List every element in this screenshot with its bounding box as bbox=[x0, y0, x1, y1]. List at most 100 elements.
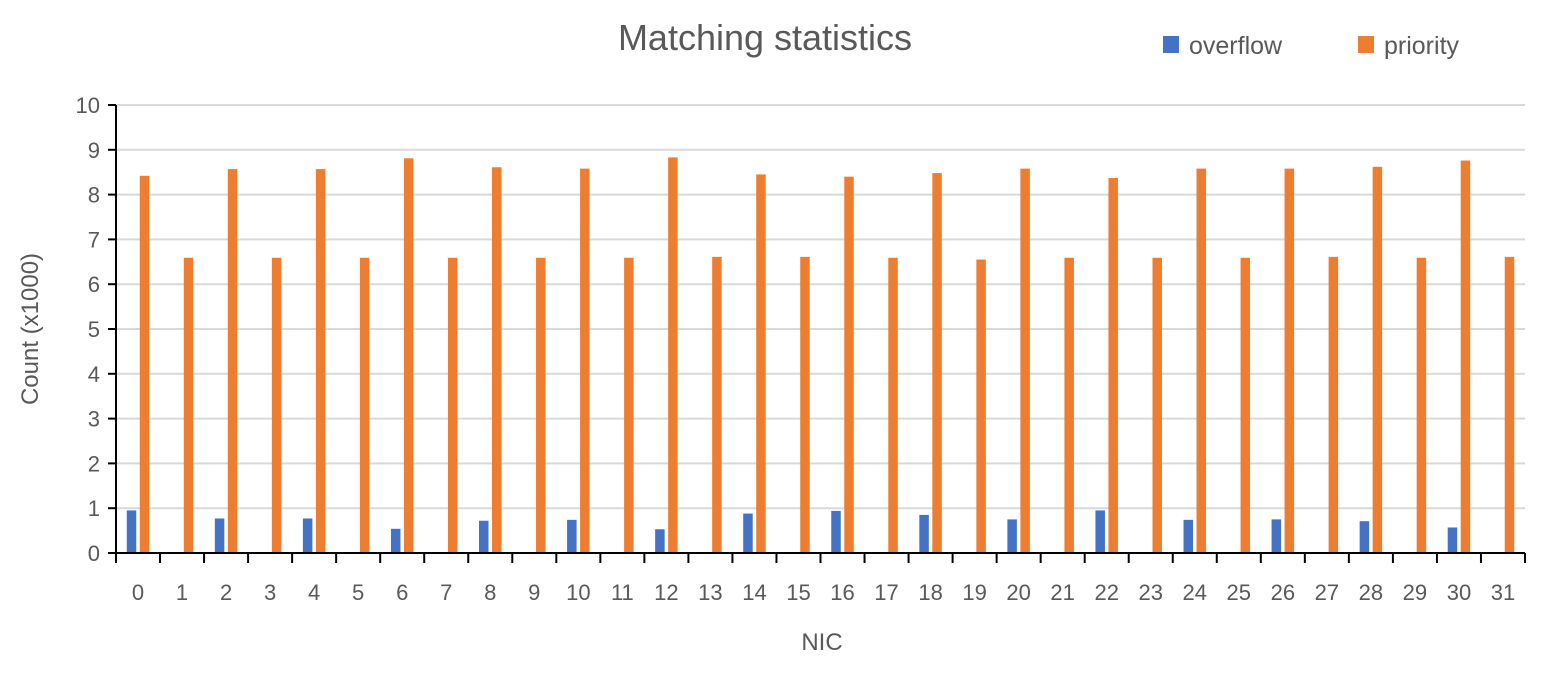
bar-overflow-8 bbox=[479, 520, 489, 553]
bar-priority-11 bbox=[624, 257, 634, 553]
y-tick-label: 9 bbox=[88, 138, 100, 163]
bar-priority-21 bbox=[1064, 257, 1074, 553]
bars bbox=[126, 157, 1515, 554]
legend-item-overflow: overflow bbox=[1163, 32, 1283, 60]
bar-overflow-26 bbox=[1271, 519, 1282, 553]
bar-priority-3 bbox=[271, 257, 282, 553]
x-tick-label: 19 bbox=[962, 580, 986, 605]
x-tick-label: 23 bbox=[1138, 580, 1162, 605]
y-tick-label: 8 bbox=[88, 183, 100, 208]
bar-priority-29 bbox=[1416, 257, 1427, 553]
bar-overflow-14 bbox=[743, 513, 753, 553]
x-tick-label: 6 bbox=[396, 580, 408, 605]
x-tick-label: 9 bbox=[528, 580, 540, 605]
bar-priority-20 bbox=[1020, 168, 1030, 553]
legend-item-priority: priority bbox=[1358, 32, 1460, 60]
bar-priority-17 bbox=[888, 257, 898, 553]
bar-overflow-0 bbox=[126, 510, 137, 553]
bar-chart: Matching statistics overflow priority 0 1… bbox=[17, 17, 1526, 656]
bar-overflow-28 bbox=[1359, 521, 1370, 553]
x-tick-label: 10 bbox=[566, 580, 590, 605]
y-tick-label: 7 bbox=[88, 227, 100, 252]
x-axis-title: NIC bbox=[801, 629, 842, 656]
x-axis-ticks: 0 1 2 3 4 5 6 7 8 9 10 11 12 13 14 15 16 17 18 19 20 21 22 23 24… bbox=[115, 553, 1526, 605]
x-tick-label: 2 bbox=[220, 580, 232, 605]
x-tick-label: 14 bbox=[742, 580, 766, 605]
bar-priority-8 bbox=[492, 167, 502, 553]
x-tick-label: 11 bbox=[611, 580, 634, 605]
y-tick-label: 6 bbox=[88, 272, 100, 297]
x-tick-label: 17 bbox=[874, 580, 898, 605]
bar-priority-2 bbox=[227, 169, 238, 553]
bar-priority-10 bbox=[580, 168, 590, 553]
x-tick-label: 0 bbox=[132, 580, 144, 605]
bar-priority-28 bbox=[1372, 166, 1383, 553]
bar-overflow-30 bbox=[1447, 527, 1458, 553]
bar-priority-1 bbox=[183, 257, 194, 553]
bar-overflow-12 bbox=[655, 529, 665, 553]
bar-priority-26 bbox=[1284, 168, 1295, 553]
x-tick-label: 7 bbox=[440, 580, 452, 605]
bar-priority-19 bbox=[976, 259, 986, 553]
x-tick-label: 29 bbox=[1403, 580, 1427, 605]
bar-priority-6 bbox=[403, 158, 414, 553]
x-tick-label: 20 bbox=[1006, 580, 1030, 605]
bar-priority-18 bbox=[932, 173, 942, 553]
bar-overflow-22 bbox=[1095, 510, 1105, 553]
x-tick-label: 18 bbox=[918, 580, 942, 605]
y-tick-label: 4 bbox=[88, 362, 100, 387]
bar-priority-9 bbox=[536, 257, 546, 553]
x-tick-label: 30 bbox=[1447, 580, 1471, 605]
bar-priority-24 bbox=[1196, 168, 1207, 553]
legend: overflow priority bbox=[1163, 32, 1460, 60]
x-tick-label: 15 bbox=[786, 580, 810, 605]
x-tick-label: 13 bbox=[698, 580, 722, 605]
bar-priority-23 bbox=[1152, 257, 1162, 553]
y-tick-label: 1 bbox=[88, 496, 100, 521]
x-tick-label: 24 bbox=[1183, 580, 1207, 605]
bar-priority-14 bbox=[756, 174, 766, 553]
bar-priority-27 bbox=[1328, 256, 1339, 553]
y-tick-label: 2 bbox=[88, 451, 100, 476]
y-tick-label: 5 bbox=[88, 317, 100, 342]
x-tick-label: 22 bbox=[1094, 580, 1118, 605]
bar-overflow-18 bbox=[919, 514, 929, 553]
bar-priority-25 bbox=[1240, 257, 1251, 553]
bar-priority-22 bbox=[1108, 178, 1118, 554]
bar-priority-12 bbox=[668, 157, 678, 553]
bar-overflow-6 bbox=[390, 528, 401, 553]
bar-priority-0 bbox=[139, 175, 150, 553]
x-tick-label: 27 bbox=[1315, 580, 1339, 605]
x-tick-label: 4 bbox=[308, 580, 320, 605]
x-tick-label: 26 bbox=[1271, 580, 1295, 605]
y-tick-label: 10 bbox=[76, 93, 100, 118]
x-tick-label: 12 bbox=[654, 580, 678, 605]
y-axis-title: Count (x1000) bbox=[17, 253, 44, 405]
legend-label-overflow: overflow bbox=[1189, 32, 1283, 60]
bar-priority-31 bbox=[1504, 256, 1515, 553]
x-tick-label: 31 bbox=[1491, 580, 1515, 605]
bar-overflow-10 bbox=[567, 519, 577, 553]
bar-priority-13 bbox=[712, 256, 722, 553]
y-axis-ticks: 0 1 2 3 4 5 6 7 8 9 10 bbox=[76, 93, 116, 566]
x-tick-label: 8 bbox=[484, 580, 496, 605]
bar-priority-16 bbox=[844, 176, 854, 553]
x-tick-label: 3 bbox=[264, 580, 276, 605]
bar-overflow-20 bbox=[1007, 519, 1017, 553]
x-tick-label: 1 bbox=[176, 580, 188, 605]
x-tick-label: 28 bbox=[1359, 580, 1383, 605]
bar-priority-15 bbox=[800, 256, 810, 553]
legend-swatch-priority bbox=[1358, 36, 1374, 53]
chart-title: Matching statistics bbox=[618, 17, 912, 58]
bar-priority-4 bbox=[315, 169, 326, 553]
x-tick-label: 16 bbox=[830, 580, 854, 605]
x-tick-label: 5 bbox=[352, 580, 364, 605]
bar-overflow-24 bbox=[1183, 519, 1194, 553]
bar-priority-5 bbox=[359, 257, 370, 553]
bar-overflow-4 bbox=[302, 518, 313, 553]
bar-priority-30 bbox=[1460, 160, 1471, 553]
bar-priority-7 bbox=[447, 257, 458, 553]
y-tick-label: 0 bbox=[88, 541, 100, 566]
x-tick-label: 25 bbox=[1227, 580, 1251, 605]
x-tick-label: 21 bbox=[1050, 580, 1074, 605]
